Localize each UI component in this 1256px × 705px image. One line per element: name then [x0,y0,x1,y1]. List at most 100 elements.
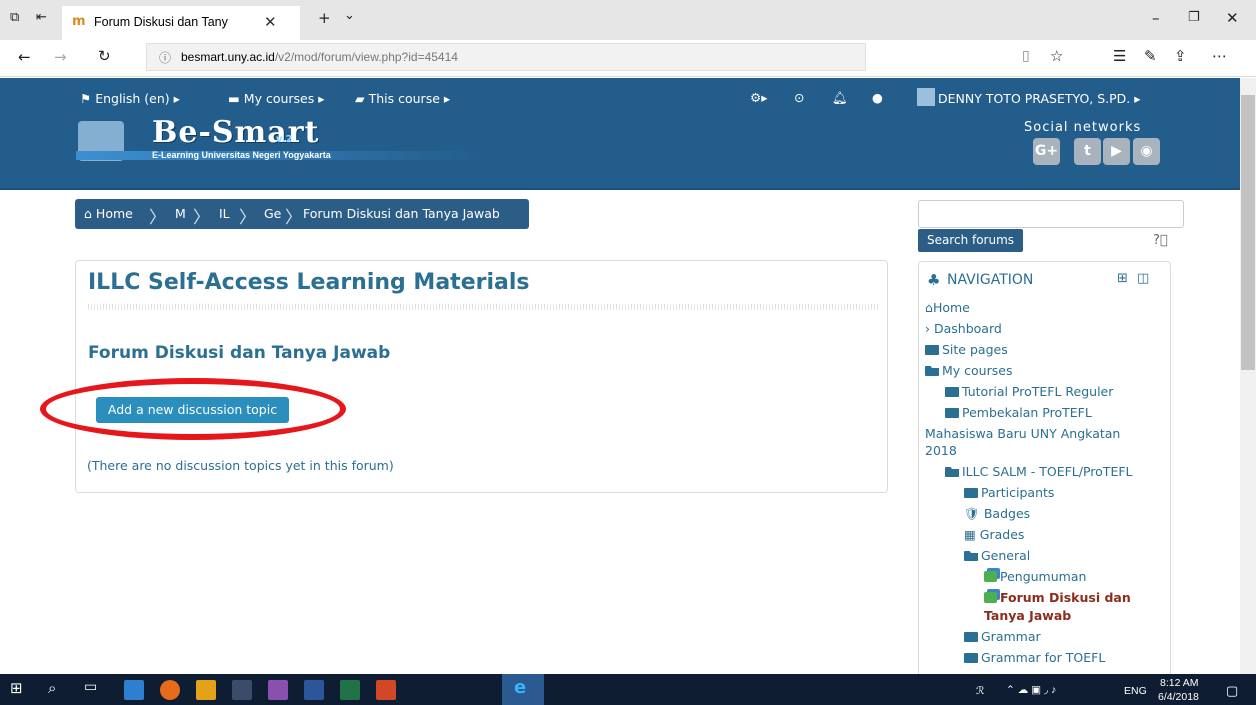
nav-my-courses[interactable]: My courses [925,363,1012,378]
firefox-icon[interactable] [160,680,180,700]
browser-tab[interactable]: m Forum Diskusi dan Tany ✕ [62,6,300,40]
course-title: ILLC Self-Access Learning Materials [88,270,530,295]
share-icon[interactable]: ⇪ [1174,47,1187,65]
nav-participants[interactable]: Participants [964,485,1054,500]
folder-icon [964,488,978,498]
search-forums-button[interactable]: Search forums [918,229,1023,252]
url-domain: besmart.uny.ac.id [181,50,275,64]
language-indicator[interactable]: ENG [1124,685,1147,697]
nav-pembekalan[interactable]: Pembekalan ProTEFL [945,405,1092,420]
breadcrumb-ge[interactable]: Ge [264,206,281,221]
edge-icon: e [514,677,527,698]
nav-home-label: Home [932,300,970,315]
folder-open-icon [945,467,959,477]
language-menu[interactable]: ⚑ English (en) ▸ [80,91,180,106]
tab-actions-icon[interactable]: ⧉ [10,10,19,25]
nav-pembekalan-line3[interactable]: 2018 [925,443,957,458]
scrollbar-thumb[interactable] [1241,95,1255,370]
nav-grammar[interactable]: Grammar [964,629,1041,644]
pdf-app-icon[interactable] [268,680,288,700]
dock-block-icon[interactable]: ⊞ [1117,271,1128,286]
people-icon[interactable]: ℛ [976,685,984,697]
back-icon[interactable]: ← [18,48,31,66]
this-course-menu[interactable]: ▰ This course ▸ [355,91,450,106]
youtube-icon[interactable]: ▶ [1103,138,1130,165]
task-view-icon[interactable]: ▭ [84,679,97,695]
reading-view-icon[interactable]: ▯ [1022,48,1030,64]
url-path: /v2/mod/forum/view.php?id=45414 [274,50,458,64]
windows-start-icon[interactable]: ⊞ [10,679,23,697]
nav-general[interactable]: General [964,548,1030,563]
refresh-icon[interactable]: ↻ [98,47,111,65]
clock-date[interactable]: 6/4/2018 [1158,691,1199,703]
excel-icon[interactable] [340,680,360,700]
website-globe-icon[interactable]: ◉ [1133,138,1160,165]
annotation-red-ellipse [40,378,346,440]
twitter-icon[interactable]: t [1074,138,1101,165]
messages-chat-icon[interactable]: ● [872,90,883,105]
powerpoint-icon[interactable] [376,680,396,700]
forward-icon[interactable]: → [54,48,67,66]
breadcrumb-separator-icon: 〉 [239,208,256,228]
nav-grammar-toefl-label: Grammar for TOEFL [981,650,1106,665]
nav-forum-diskusi[interactable]: Forum Diskusi dan [984,590,1131,605]
search-forums-input[interactable] [918,200,1184,228]
breadcrumb-m[interactable]: M [175,206,186,221]
my-courses-menu[interactable]: ▬ My courses ▸ [228,91,325,106]
app-icon[interactable] [196,680,216,700]
avatar[interactable] [917,88,935,106]
nav-grammar-toefl[interactable]: Grammar for TOEFL [964,650,1105,665]
this-course-label: This course [368,91,440,106]
nav-pembekalan-line2[interactable]: Mahasiswa Baru UNY Angkatan [925,426,1120,441]
web-note-icon[interactable]: ✎ [1144,47,1157,65]
collapse-block-icon[interactable]: ◫ [1137,271,1149,286]
close-tab-icon[interactable]: ✕ [264,13,277,31]
breadcrumb-separator-icon: 〉 [149,208,166,228]
help-icon[interactable]: ?⃝ [1153,233,1168,248]
minimize-icon[interactable]: – [1152,9,1160,27]
restore-icon[interactable]: ❐ [1188,10,1200,25]
breadcrumb-il[interactable]: IL [219,206,230,221]
breadcrumb: ⌂ Home 〉 M 〉 IL 〉 Ge 〉 Forum Diskusi dan… [75,199,529,229]
clock-time[interactable]: 8:12 AM [1160,677,1199,689]
user-menu[interactable]: DENNY TOTO PRASETYO, S.PD. ▸ [938,91,1141,106]
info-icon[interactable]: ⓘ [159,49,171,66]
google-plus-icon[interactable]: G+ [1033,138,1060,165]
breadcrumb-separator-icon: 〉 [285,208,302,228]
nav-tutorial-protefl[interactable]: Tutorial ProTEFL Reguler [945,384,1113,399]
action-center-icon[interactable]: ▢ [1226,683,1238,699]
favorites-hub-icon[interactable]: ☰ [1113,47,1126,65]
nav-dashboard[interactable]: › Dashboard [925,321,1002,336]
nav-grades[interactable]: ▦ Grades [964,527,1024,542]
folder-icon [945,408,959,418]
address-bar[interactable]: ⓘ besmart.uny.ac.id/v2/mod/forum/view.ph… [146,43,866,71]
file-explorer-icon[interactable] [124,680,144,700]
nav-badges[interactable]: 🛡︎ Badges [964,506,1030,522]
calibre-icon[interactable] [232,680,252,700]
book-icon: ▰ [355,91,369,106]
nav-pengumuman-label: Pengumuman [1000,569,1087,584]
nav-grades-label: Grades [979,527,1025,542]
folder-icon [925,345,939,355]
set-tabs-aside-icon[interactable]: ⇤ [36,10,47,25]
more-menu-icon[interactable]: ⋯ [1212,47,1227,65]
folder-open-icon [964,551,978,561]
folder-icon [945,387,959,397]
nav-illc-salm[interactable]: ILLC SALM - TOEFL/ProTEFL [945,464,1133,479]
nav-home[interactable]: ⌂Home [925,300,970,315]
word-icon[interactable] [304,680,324,700]
admin-icon[interactable]: ⊙ [794,90,804,105]
new-tab-icon[interactable]: + [318,9,331,27]
tray-icons[interactable]: ⌃ ☁ ▣ ◞ ♪ [1006,684,1056,696]
favorite-star-icon[interactable]: ☆ [1050,47,1063,65]
breadcrumb-home[interactable]: ⌂ Home [84,206,133,221]
settings-gear-icon[interactable]: ⚙▸ [750,90,767,105]
nav-site-pages[interactable]: Site pages [925,342,1008,357]
tab-preview-chevron-icon[interactable]: ⌄ [344,8,355,23]
notifications-bell-icon[interactable]: 🔔︎ [832,90,848,106]
nav-pengumuman[interactable]: Pengumuman [984,569,1086,584]
logo-title: Be-Smart [152,115,320,150]
close-window-icon[interactable]: ✕ [1226,9,1239,27]
search-icon[interactable]: ⌕ [48,679,56,697]
nav-forum-diskusi-line2[interactable]: Tanya Jawab [984,608,1071,623]
